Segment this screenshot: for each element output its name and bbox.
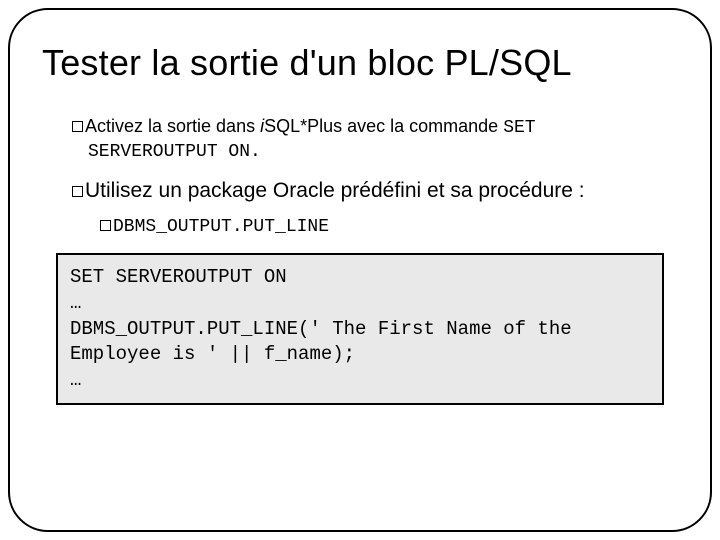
code-block: SET SERVEROUTPUT ON … DBMS_OUTPUT.PUT_LI…	[56, 253, 664, 405]
bullet-2: Utilisez un package Oracle prédéfini et …	[72, 177, 664, 205]
code-line-3: DBMS_OUTPUT.PUT_LINE(' The First Name of…	[70, 318, 583, 366]
code-line-1: SET SERVEROUTPUT ON	[70, 266, 287, 288]
slide-content: Activez la sortie dans iSQL*Plus avec la…	[72, 114, 664, 239]
slide: Tester la sortie d'un bloc PL/SQL Active…	[0, 0, 720, 540]
bullet-1: Activez la sortie dans iSQL*Plus avec la…	[72, 114, 664, 165]
bullet-1-cmd1: SET	[503, 118, 535, 138]
bullet-3-text: DBMS_OUTPUT.PUT_LINE	[113, 217, 329, 237]
square-bullet-icon	[100, 220, 111, 231]
bullet-1-cmd2: SERVEROUTPUT ON.	[88, 140, 664, 164]
bullet-1-pre: Activez la sortie dans	[85, 116, 260, 136]
square-bullet-icon	[72, 121, 83, 132]
bullet-2-text: Utilisez un package Oracle prédéfini et …	[85, 179, 585, 202]
bullet-1-mid: SQL*Plus avec la commande	[264, 116, 503, 136]
bullet-3: DBMS_OUTPUT.PUT_LINE	[100, 213, 664, 239]
code-line-2: …	[70, 292, 81, 314]
slide-title: Tester la sortie d'un bloc PL/SQL	[42, 42, 696, 84]
square-bullet-icon	[72, 186, 83, 197]
code-line-4: …	[70, 369, 81, 391]
